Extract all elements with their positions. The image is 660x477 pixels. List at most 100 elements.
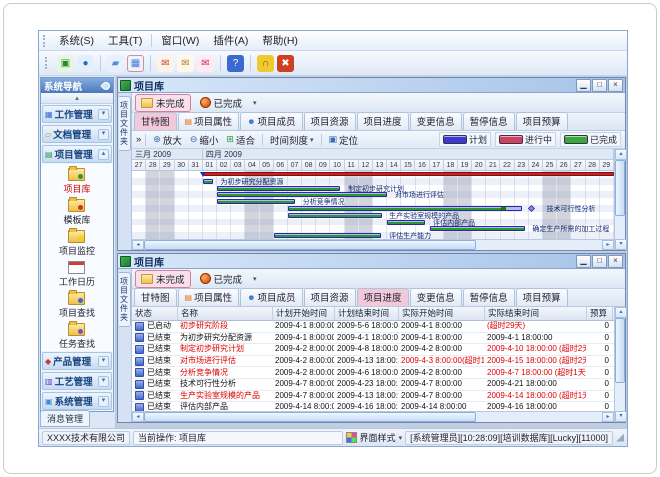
tab-progress[interactable]: 项目进度 bbox=[357, 288, 409, 306]
scroll-right-icon[interactable]: ▸ bbox=[602, 412, 614, 422]
child-title-bar[interactable]: 项目库 ▁□× bbox=[118, 254, 625, 269]
v-scroll-track[interactable] bbox=[615, 318, 625, 411]
day-label[interactable]: 27 bbox=[132, 160, 146, 171]
day-label[interactable]: 11 bbox=[345, 160, 359, 171]
h-scroll-thumb[interactable] bbox=[144, 240, 476, 250]
scroll-down-icon[interactable]: ▾ bbox=[615, 411, 627, 422]
restore-button[interactable]: □ bbox=[592, 79, 607, 92]
day-label[interactable]: 21 bbox=[486, 160, 500, 171]
day-label[interactable]: 04 bbox=[245, 160, 259, 171]
gantt-bar[interactable] bbox=[288, 206, 522, 211]
day-label[interactable]: 16 bbox=[415, 160, 429, 171]
day-label[interactable]: 26 bbox=[557, 160, 571, 171]
day-label[interactable]: 25 bbox=[543, 160, 557, 171]
save-icon[interactable]: ▦ bbox=[127, 55, 144, 72]
item-project-search[interactable]: 项目查找 bbox=[59, 292, 95, 319]
day-label[interactable]: 22 bbox=[500, 160, 514, 171]
tab-changes[interactable]: 变更信息 bbox=[410, 288, 462, 306]
group-project[interactable]: ▤项目管理▴ bbox=[42, 145, 112, 163]
day-label[interactable]: 29 bbox=[160, 160, 174, 171]
tab-properties[interactable]: ▤项目属性 bbox=[178, 112, 240, 130]
time-scale-button[interactable]: 时间刻度▾ bbox=[267, 132, 317, 148]
pin-icon[interactable] bbox=[100, 80, 111, 91]
table-row[interactable]: 已结束对市场进行评估2009-4-2 8:00:002009-4-13 18:0… bbox=[132, 356, 614, 368]
scroll-right-icon[interactable]: ▸ bbox=[602, 240, 614, 250]
tab-changes[interactable]: 变更信息 bbox=[410, 112, 462, 130]
chevron-down-icon[interactable]: ▾ bbox=[98, 376, 109, 387]
group-process[interactable]: ▥工艺管理▾ bbox=[42, 372, 112, 390]
horizontal-scrollbar[interactable]: ◂▸ bbox=[132, 239, 614, 250]
toolbar-overflow-icon[interactable]: » bbox=[136, 134, 141, 145]
scroll-up-icon[interactable]: ▴ bbox=[615, 149, 627, 160]
gantt-bar[interactable] bbox=[217, 199, 295, 204]
day-label[interactable]: 03 bbox=[231, 160, 245, 171]
day-label[interactable]: 29 bbox=[600, 160, 614, 171]
tab-budget[interactable]: 项目预算 bbox=[516, 288, 568, 306]
tab-resources[interactable]: 项目资源 bbox=[304, 288, 356, 306]
tab-gantt[interactable]: 甘特图 bbox=[134, 112, 177, 130]
day-label[interactable]: 20 bbox=[472, 160, 486, 171]
day-label[interactable]: 02 bbox=[217, 160, 231, 171]
column-header[interactable]: 预算 bbox=[587, 307, 613, 320]
tab-members[interactable]: ☻项目成员 bbox=[240, 112, 302, 130]
mail-new-icon[interactable]: ✉ bbox=[157, 55, 174, 72]
sidebar-collapse-button[interactable]: ▴ bbox=[41, 93, 113, 104]
globe-icon[interactable]: ● bbox=[77, 55, 94, 72]
column-header[interactable]: 实际开始时间 bbox=[399, 307, 485, 320]
day-label[interactable]: 09 bbox=[316, 160, 330, 171]
tab-resources[interactable]: 项目资源 bbox=[304, 112, 356, 130]
column-header[interactable]: 计划开始时间 bbox=[273, 307, 335, 320]
item-template-library[interactable]: 模板库 bbox=[63, 199, 90, 226]
help-icon[interactable]: ? bbox=[227, 55, 244, 72]
fit-button[interactable]: ⊞适合 bbox=[223, 132, 258, 148]
horizontal-scrollbar[interactable]: ◂▸ bbox=[132, 411, 614, 422]
chevron-down-icon[interactable]: ▾ bbox=[98, 356, 109, 367]
table-row[interactable]: 已结束技术可行性分析2009-4-7 8:00:002009-4-23 18:0… bbox=[132, 379, 614, 391]
h-scroll-track[interactable] bbox=[144, 240, 602, 250]
day-label[interactable]: 17 bbox=[430, 160, 444, 171]
gantt-summary-bar[interactable] bbox=[203, 172, 614, 176]
day-label[interactable]: 14 bbox=[387, 160, 401, 171]
lock-icon[interactable]: ∩ bbox=[257, 55, 274, 72]
close-button[interactable]: × bbox=[608, 79, 623, 92]
table-row[interactable]: 已结束制定初步研究计划2009-4-2 8:00:002009-4-8 18:0… bbox=[132, 344, 614, 356]
table-row[interactable]: 已结束评估内部产品2009-4-14 8:00:002009-4-16 18:0… bbox=[132, 402, 614, 411]
group-system[interactable]: ▣系统管理▾ bbox=[42, 392, 112, 410]
tab-pauses[interactable]: 暂停信息 bbox=[463, 288, 515, 306]
menu-help[interactable]: 帮助(H) bbox=[255, 32, 305, 49]
project-folder-vertical-tab[interactable]: 项目文件夹 bbox=[119, 272, 131, 327]
column-header[interactable]: 实际结束时间 bbox=[485, 307, 587, 320]
day-label[interactable]: 24 bbox=[529, 160, 543, 171]
folder-icon[interactable]: ▰ bbox=[107, 55, 124, 72]
table-row[interactable]: 已结束分析竞争情况2009-4-2 8:00:002009-4-6 18:00:… bbox=[132, 367, 614, 379]
v-scroll-thumb[interactable] bbox=[615, 160, 625, 216]
tab-members[interactable]: ☻项目成员 bbox=[240, 288, 302, 306]
view-tab-dropdown-icon[interactable]: ▾ bbox=[253, 99, 257, 107]
tab-properties[interactable]: ▤项目属性 bbox=[178, 288, 240, 306]
chevron-down-icon[interactable]: ▾ bbox=[98, 396, 109, 407]
day-label[interactable]: 08 bbox=[302, 160, 316, 171]
message-management-tab[interactable]: 消息管理 bbox=[40, 410, 90, 427]
exit-icon[interactable]: ✖ bbox=[277, 55, 294, 72]
scroll-down-icon[interactable]: ▾ bbox=[615, 239, 627, 250]
gantt-bar[interactable] bbox=[217, 186, 340, 191]
scroll-left-icon[interactable]: ◂ bbox=[132, 240, 144, 250]
day-label[interactable]: 18 bbox=[444, 160, 458, 171]
day-label[interactable]: 05 bbox=[260, 160, 274, 171]
item-work-calendar[interactable]: 工作日历 bbox=[59, 261, 95, 288]
item-project-library[interactable]: 项目库 bbox=[63, 168, 90, 195]
tab-progress[interactable]: 项目进度 bbox=[357, 112, 409, 130]
tab-gantt[interactable]: 甘特图 bbox=[134, 288, 177, 306]
h-scroll-thumb[interactable] bbox=[144, 412, 476, 422]
project-folder-vertical-tab[interactable]: 项目文件夹 bbox=[119, 96, 131, 151]
day-label[interactable]: 31 bbox=[189, 160, 203, 171]
column-header[interactable]: 计划结束时间 bbox=[335, 307, 399, 320]
gantt-bar[interactable] bbox=[203, 179, 213, 184]
minimize-button[interactable]: ▁ bbox=[576, 79, 591, 92]
h-scroll-track[interactable] bbox=[144, 412, 602, 422]
item-task-search[interactable]: 任务查找 bbox=[59, 323, 95, 350]
chevron-up-icon[interactable]: ▴ bbox=[98, 149, 109, 160]
toolbar-grip[interactable] bbox=[45, 57, 50, 69]
menu-system[interactable]: 系统(S) bbox=[52, 32, 101, 49]
menu-plugins[interactable]: 插件(A) bbox=[206, 32, 255, 49]
